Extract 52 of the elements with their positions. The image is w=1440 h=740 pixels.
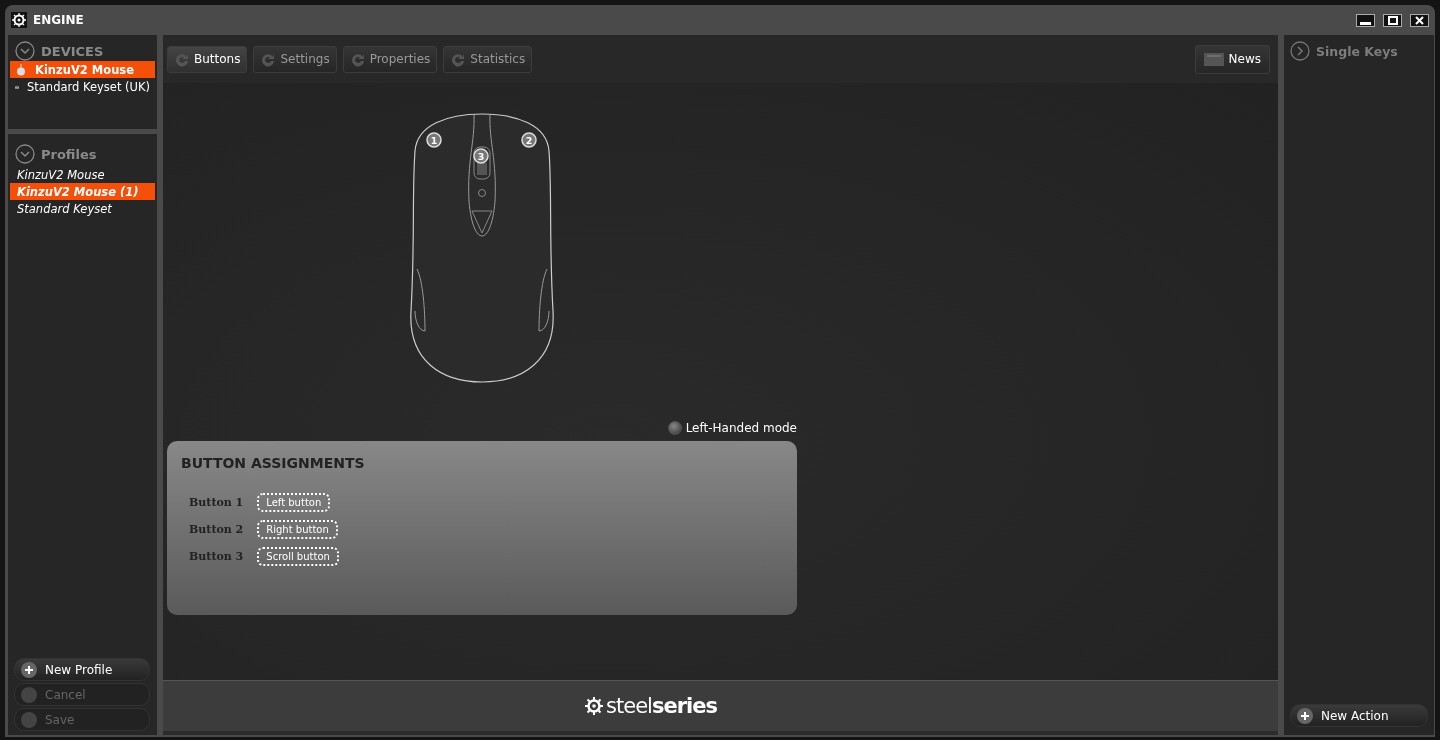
single-keys-heading: Single Keys <box>1316 43 1398 59</box>
left-handed-label: Left-Handed mode <box>685 421 797 435</box>
close-icon <box>1415 15 1424 25</box>
tab[interactable]: Statistics <box>443 45 533 73</box>
button-label: Button 1 <box>189 494 244 511</box>
collapse-chevron-icon[interactable] <box>15 41 35 61</box>
device-item[interactable]: Standard Keyset (UK) <box>10 78 155 95</box>
news-button[interactable]: News <box>1194 44 1270 74</box>
assignment-button[interactable]: Right button <box>257 520 338 539</box>
left-handed-radio[interactable] <box>667 421 682 435</box>
close-button[interactable] <box>1410 13 1429 27</box>
minimize-button[interactable] <box>1356 13 1375 27</box>
newspaper-icon <box>1203 52 1224 66</box>
minimize-icon <box>1360 21 1371 25</box>
button-label: Button 2 <box>189 521 244 538</box>
new-action-button[interactable]: New Action <box>1290 704 1428 727</box>
button-label: Button 3 <box>189 548 244 565</box>
maximize-icon <box>1387 15 1398 25</box>
plus-icon <box>1297 707 1313 724</box>
tab[interactable]: Buttons <box>167 45 248 73</box>
profile-item[interactable]: Standard Keyset <box>10 200 155 217</box>
button-number-marker[interactable]: 2 <box>521 132 537 148</box>
plus-icon <box>21 661 37 678</box>
profile-item[interactable]: KinzuV2 Mouse <box>10 166 155 183</box>
profile-item[interactable]: KinzuV2 Mouse (1) <box>10 183 155 200</box>
refresh-arrow-icon <box>349 51 366 67</box>
assignment-button[interactable]: Scroll button <box>257 547 339 566</box>
collapse-chevron-icon[interactable] <box>15 144 35 164</box>
profiles-heading: Profiles <box>41 146 97 162</box>
refresh-arrow-icon <box>260 51 277 67</box>
expand-chevron-icon[interactable] <box>1290 41 1310 61</box>
refresh-arrow-icon <box>174 51 190 67</box>
refresh-arrow-icon <box>450 51 467 67</box>
device-label: Standard Keyset (UK) <box>27 79 150 94</box>
steelseries-logo-icon <box>584 696 605 716</box>
device-label: KinzuV2 Mouse <box>35 62 134 77</box>
profile-action-button[interactable]: New Profile <box>14 658 150 681</box>
circle-icon <box>21 686 37 703</box>
tab[interactable]: Properties <box>342 45 438 73</box>
assignments-heading: BUTTON ASSIGNMENTS <box>181 455 366 471</box>
window-title: ENGINE <box>33 13 84 27</box>
mouse-icon <box>15 63 27 76</box>
maximize-button[interactable] <box>1383 13 1402 27</box>
circle-icon <box>21 711 37 728</box>
assignment-button[interactable]: Left button <box>257 493 331 512</box>
button-number-marker[interactable]: 3 <box>473 148 489 164</box>
brand-logo-text: steelseries <box>606 694 717 718</box>
app-logo-icon <box>11 12 27 28</box>
device-item[interactable]: KinzuV2 Mouse <box>10 61 155 78</box>
tab[interactable]: Settings <box>253 45 337 73</box>
devices-heading: DEVICES <box>41 43 104 59</box>
button-number-marker[interactable]: 1 <box>426 132 442 148</box>
